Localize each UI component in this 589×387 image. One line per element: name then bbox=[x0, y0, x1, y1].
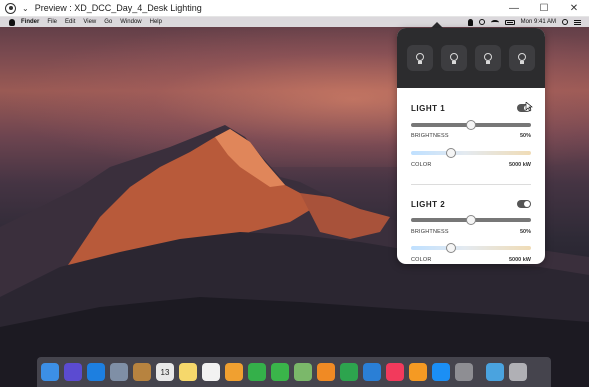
dock: 13 bbox=[37, 357, 551, 387]
window-title: Preview : XD_DCC_Day_4_Desk Lighting bbox=[34, 3, 202, 13]
slider-knob[interactable] bbox=[466, 215, 476, 225]
color-value: 5000 kW bbox=[508, 257, 531, 263]
keynote-icon[interactable] bbox=[363, 363, 381, 381]
light-2-color-slider[interactable] bbox=[411, 243, 531, 253]
close-button[interactable]: ✕ bbox=[559, 0, 589, 17]
menu-item-finder[interactable]: Finder bbox=[21, 19, 39, 25]
photos-icon[interactable] bbox=[225, 363, 243, 381]
light-2-section: LIGHT 2 BRIGHTNESS 50% COLOR 5000 kW bbox=[411, 200, 531, 264]
bulb-button-3[interactable] bbox=[475, 45, 501, 71]
color-label: COLOR bbox=[411, 162, 432, 168]
light-1-section: LIGHT 1 BRIGHTNESS 50% COLOR 5000 kW bbox=[411, 104, 531, 180]
pointer-cursor-icon bbox=[525, 102, 533, 112]
lightbulb-icon[interactable] bbox=[467, 18, 473, 26]
light-1-brightness-slider[interactable] bbox=[411, 120, 531, 130]
section-divider bbox=[411, 184, 531, 185]
bulb-button-1[interactable] bbox=[407, 45, 433, 71]
facetime-icon[interactable] bbox=[248, 363, 266, 381]
color-label: COLOR bbox=[411, 257, 432, 263]
settings-icon[interactable] bbox=[455, 363, 473, 381]
brightness-label: BRIGHTNESS bbox=[411, 133, 449, 139]
pages-icon[interactable] bbox=[317, 363, 335, 381]
slider-knob[interactable] bbox=[445, 148, 456, 158]
bulb-icon bbox=[518, 52, 526, 64]
window-controls: — ☐ ✕ bbox=[499, 0, 589, 17]
menubar-clock[interactable]: Mon 9:41 AM bbox=[521, 19, 556, 25]
slider-knob[interactable] bbox=[466, 120, 476, 130]
color-value: 5000 kW bbox=[508, 162, 531, 168]
notification-center-icon[interactable] bbox=[574, 19, 581, 25]
brightness-value: 50% bbox=[519, 229, 531, 235]
clock-icon[interactable] bbox=[478, 19, 485, 25]
search-icon[interactable] bbox=[562, 19, 568, 25]
numbers-icon[interactable] bbox=[340, 363, 358, 381]
bulb-selector bbox=[397, 28, 545, 88]
minimize-button[interactable]: — bbox=[499, 0, 529, 17]
contacts-icon[interactable] bbox=[133, 363, 151, 381]
menu-item-window[interactable]: Window bbox=[120, 19, 141, 25]
maps-icon[interactable] bbox=[294, 363, 312, 381]
lighting-popover: LIGHT 1 BRIGHTNESS 50% COLOR 5000 kW LIG… bbox=[397, 28, 545, 264]
light-2-toggle[interactable] bbox=[517, 200, 531, 208]
bulb-button-2[interactable] bbox=[441, 45, 467, 71]
music-icon[interactable] bbox=[386, 363, 404, 381]
light-title: LIGHT 2 bbox=[411, 200, 446, 209]
menu-item-go[interactable]: Go bbox=[104, 19, 112, 25]
window-titlebar: ⌄ Preview : XD_DCC_Day_4_Desk Lighting —… bbox=[0, 0, 589, 17]
bulb-icon bbox=[416, 52, 424, 64]
notes-icon[interactable] bbox=[179, 363, 197, 381]
folder-icon[interactable] bbox=[486, 363, 504, 381]
messages-icon[interactable] bbox=[271, 363, 289, 381]
calendar-icon[interactable]: 13 bbox=[156, 363, 174, 381]
brightness-label: BRIGHTNESS bbox=[411, 229, 449, 235]
rocket-icon[interactable] bbox=[110, 363, 128, 381]
bulb-button-4[interactable] bbox=[509, 45, 535, 71]
menu-item-help[interactable]: Help bbox=[150, 19, 162, 25]
maximize-button[interactable]: ☐ bbox=[529, 0, 559, 17]
brightness-value: 50% bbox=[519, 133, 531, 139]
light-2-brightness-slider[interactable] bbox=[411, 215, 531, 225]
siri-icon[interactable] bbox=[64, 363, 82, 381]
apple-icon[interactable] bbox=[9, 18, 15, 26]
menu-item-file[interactable]: File bbox=[47, 19, 57, 25]
chevron-down-icon[interactable]: ⌄ bbox=[22, 4, 29, 13]
bulb-icon bbox=[484, 52, 492, 64]
menu-item-view[interactable]: View bbox=[83, 19, 96, 25]
light-title: LIGHT 1 bbox=[411, 104, 446, 113]
safari-icon[interactable] bbox=[87, 363, 105, 381]
appstore-icon[interactable] bbox=[432, 363, 450, 381]
slider-knob[interactable] bbox=[445, 243, 456, 253]
wifi-icon[interactable] bbox=[490, 19, 499, 25]
menubar-status: Mon 9:41 AM bbox=[467, 17, 581, 27]
bulb-icon bbox=[450, 52, 458, 64]
battery-icon[interactable] bbox=[504, 19, 515, 25]
mac-menubar: Finder File Edit View Go Window Help Mon… bbox=[0, 17, 589, 27]
trash-icon[interactable] bbox=[509, 363, 527, 381]
books-icon[interactable] bbox=[409, 363, 427, 381]
menu-item-edit[interactable]: Edit bbox=[65, 19, 75, 25]
reminders-icon[interactable] bbox=[202, 363, 220, 381]
finder-icon[interactable] bbox=[41, 363, 59, 381]
app-icon[interactable] bbox=[5, 2, 16, 14]
calendar-day: 13 bbox=[160, 367, 170, 377]
light-1-color-slider[interactable] bbox=[411, 148, 531, 158]
